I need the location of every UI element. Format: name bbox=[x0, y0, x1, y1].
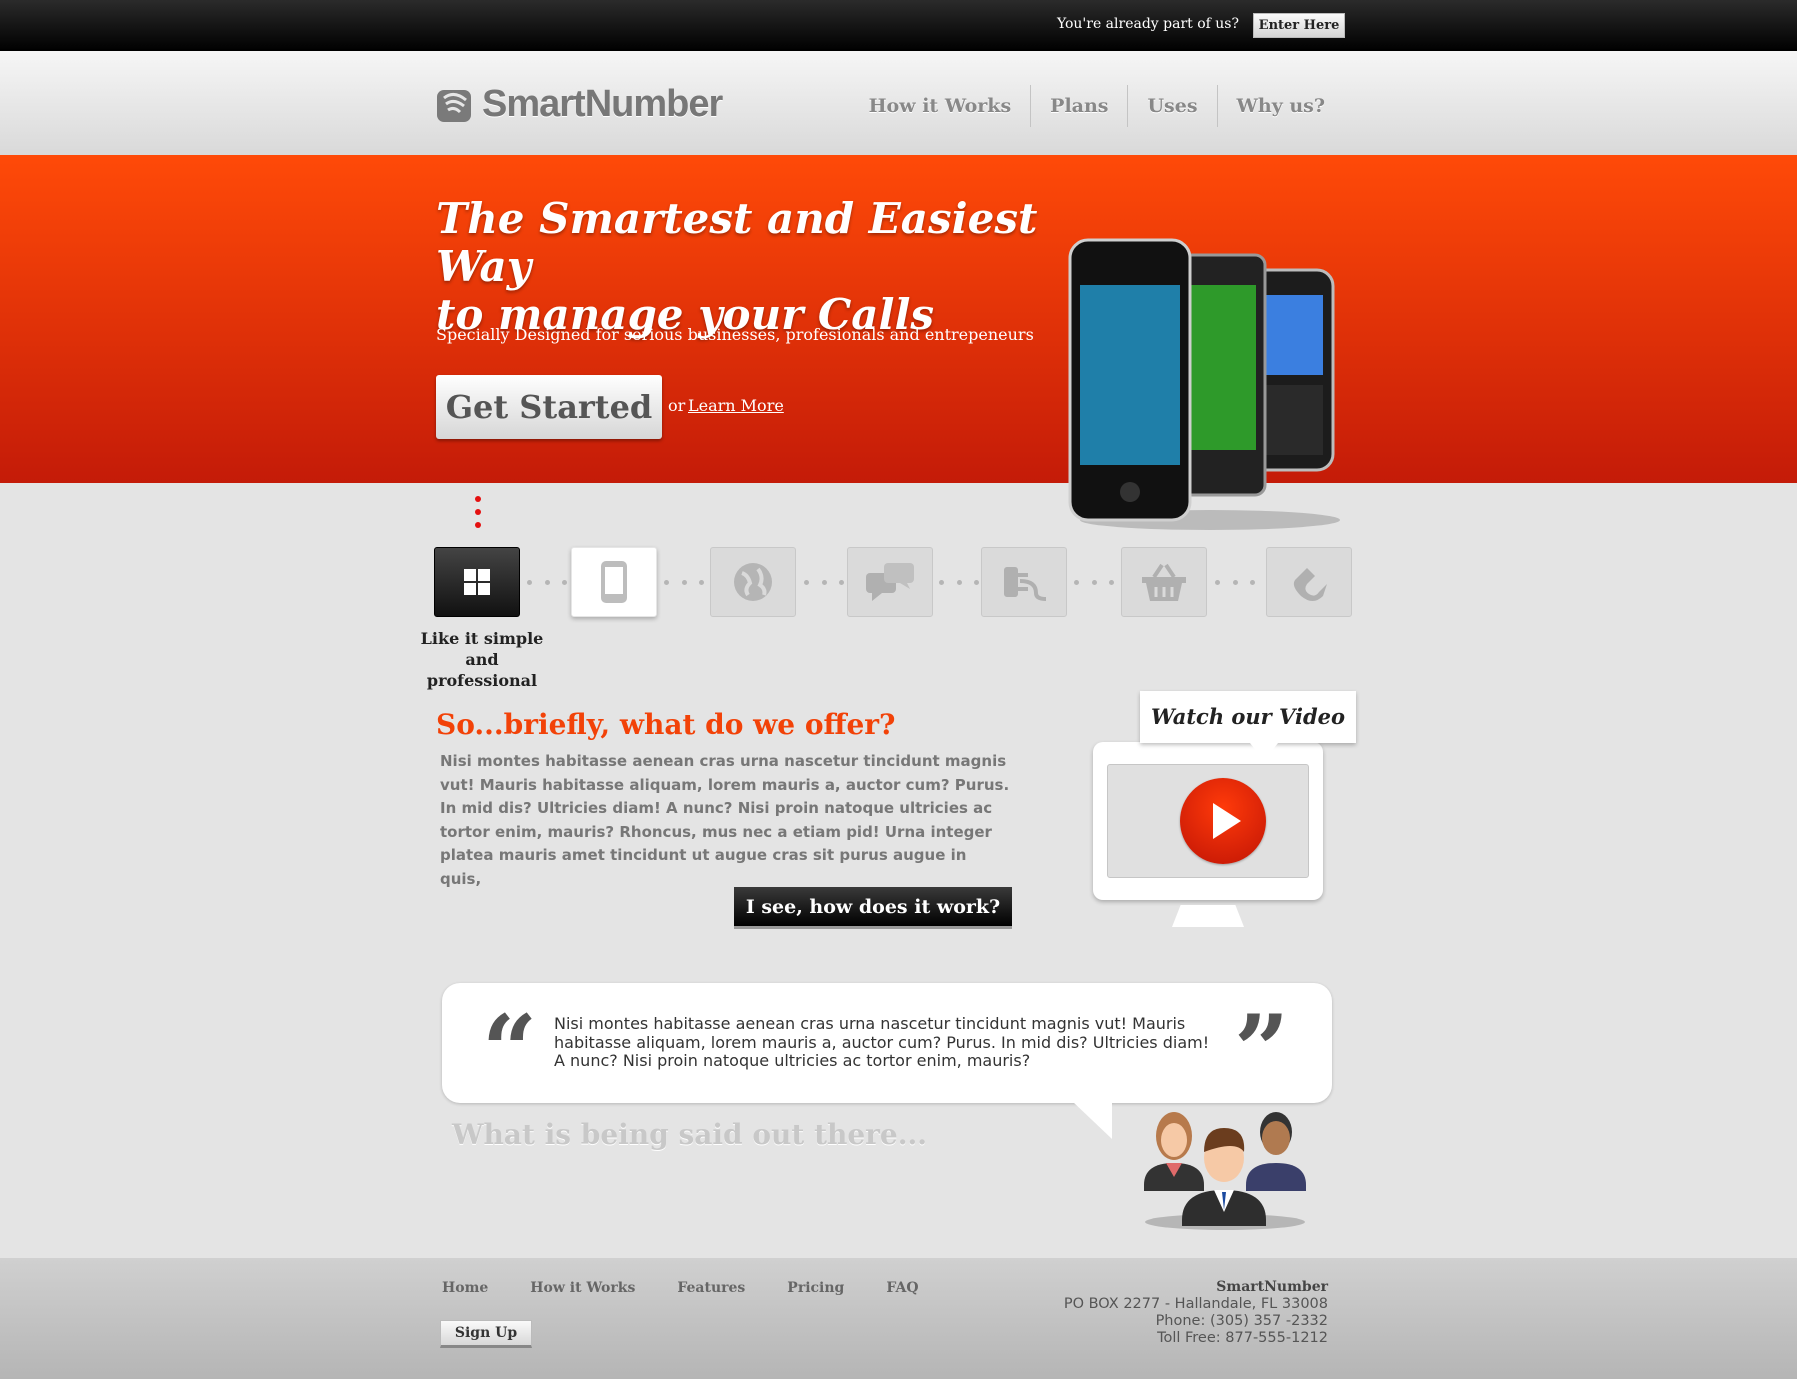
step-basket[interactable] bbox=[1121, 547, 1207, 617]
hero-subtitle: Specially Designed for serious businesse… bbox=[436, 325, 1034, 344]
testimonial-text: Nisi montes habitasse aenean cras urna n… bbox=[554, 1014, 1210, 1070]
offer-heading: So...briefly, what do we offer? bbox=[436, 708, 896, 741]
video-screen bbox=[1107, 764, 1309, 878]
footer-link-how-it-works[interactable]: How it Works bbox=[530, 1280, 635, 1296]
hero-headline: The Smartest and Easiest Way to manage y… bbox=[436, 195, 1076, 339]
offer-paragraph: Nisi montes habitasse aenean cras urna n… bbox=[440, 752, 1010, 888]
windows-icon bbox=[464, 569, 490, 595]
watch-video-label[interactable]: Watch our Video bbox=[1140, 691, 1356, 761]
testimonial-heading: What is being said out there... bbox=[452, 1118, 927, 1151]
active-step-indicator bbox=[475, 496, 481, 535]
logo-text: SmartNumber bbox=[482, 82, 723, 125]
footer-nav: Home How it Works Features Pricing FAQ bbox=[442, 1280, 961, 1296]
learn-more-link[interactable]: Learn More bbox=[688, 396, 784, 415]
step-windows[interactable] bbox=[434, 547, 520, 617]
nav-why-us[interactable]: Why us? bbox=[1216, 85, 1344, 127]
open-quote-icon: “ bbox=[482, 994, 538, 1107]
active-step-label-line2: and professional bbox=[426, 650, 538, 690]
hero-headline-line1: The Smartest and Easiest Way bbox=[436, 194, 1038, 291]
person-woman-icon bbox=[1144, 1112, 1204, 1191]
footer-tollfree: Toll Free: 877-555-1212 bbox=[1157, 1330, 1328, 1346]
or-text: or bbox=[668, 396, 686, 415]
top-bar: You're already part of us? Enter Here bbox=[0, 0, 1797, 51]
step-connector bbox=[1215, 580, 1255, 585]
footer-link-home[interactable]: Home bbox=[442, 1280, 488, 1296]
phone-icon bbox=[601, 561, 627, 603]
hero-banner: The Smartest and Easiest Way to manage y… bbox=[0, 155, 1797, 483]
magnet-icon bbox=[1293, 568, 1327, 601]
testimonial-bubble: “ Nisi montes habitasse aenean cras urna… bbox=[442, 983, 1332, 1139]
logo[interactable]: SmartNumber bbox=[436, 82, 723, 125]
step-connector bbox=[1074, 580, 1114, 585]
basket-icon bbox=[1142, 563, 1186, 601]
footer-link-pricing[interactable]: Pricing bbox=[787, 1280, 844, 1296]
get-started-button[interactable]: Get Started bbox=[436, 375, 662, 439]
nav-how-it-works[interactable]: How it Works bbox=[850, 85, 1031, 127]
footer: Home How it Works Features Pricing FAQ S… bbox=[0, 1258, 1797, 1379]
how-does-it-work-button[interactable]: I see, how does it work? bbox=[734, 887, 1012, 929]
enter-here-button[interactable]: Enter Here bbox=[1253, 13, 1345, 38]
footer-link-faq[interactable]: FAQ bbox=[886, 1280, 918, 1296]
iphone-phone bbox=[1068, 238, 1192, 522]
footer-company-name: SmartNumber bbox=[1216, 1279, 1328, 1295]
step-plug[interactable] bbox=[981, 547, 1067, 617]
phones-illustration bbox=[1068, 238, 1340, 530]
footer-link-features[interactable]: Features bbox=[677, 1280, 745, 1296]
step-connector bbox=[939, 580, 979, 585]
plug-icon bbox=[1004, 567, 1047, 601]
play-button[interactable] bbox=[1180, 778, 1266, 864]
nav-plans[interactable]: Plans bbox=[1030, 85, 1127, 127]
people-illustration bbox=[1144, 1112, 1306, 1230]
sign-up-button[interactable]: Sign Up bbox=[440, 1320, 532, 1348]
step-connector bbox=[664, 580, 704, 585]
header: SmartNumber How it Works Plans Uses Why … bbox=[0, 51, 1797, 155]
logo-icon bbox=[437, 90, 471, 122]
step-connector bbox=[804, 580, 844, 585]
chat-icon bbox=[866, 563, 914, 601]
step-magnet[interactable] bbox=[1266, 547, 1352, 617]
footer-phone: Phone: (305) 357 -2332 bbox=[1155, 1313, 1328, 1329]
globe-icon bbox=[734, 563, 772, 601]
already-member-text: You're already part of us? bbox=[1056, 16, 1239, 32]
nav-uses[interactable]: Uses bbox=[1127, 85, 1216, 127]
active-step-label: Like it simple and professional bbox=[408, 628, 556, 691]
step-chat[interactable] bbox=[847, 547, 933, 617]
step-globe[interactable] bbox=[710, 547, 796, 617]
footer-address: PO BOX 2277 - Hallandale, FL 33008 bbox=[1063, 1296, 1328, 1312]
close-quote-icon: ” bbox=[1234, 994, 1290, 1107]
step-phone[interactable] bbox=[571, 547, 657, 617]
step-connector bbox=[527, 580, 567, 585]
active-step-label-line1: Like it simple bbox=[420, 629, 544, 648]
video-monitor[interactable] bbox=[1093, 742, 1323, 900]
footer-contact: SmartNumber PO BOX 2277 - Hallandale, FL… bbox=[1064, 1279, 1328, 1347]
main-nav: How it Works Plans Uses Why us? bbox=[850, 85, 1344, 127]
person-dark-icon bbox=[1246, 1112, 1306, 1191]
monitor-stand bbox=[1172, 905, 1244, 927]
